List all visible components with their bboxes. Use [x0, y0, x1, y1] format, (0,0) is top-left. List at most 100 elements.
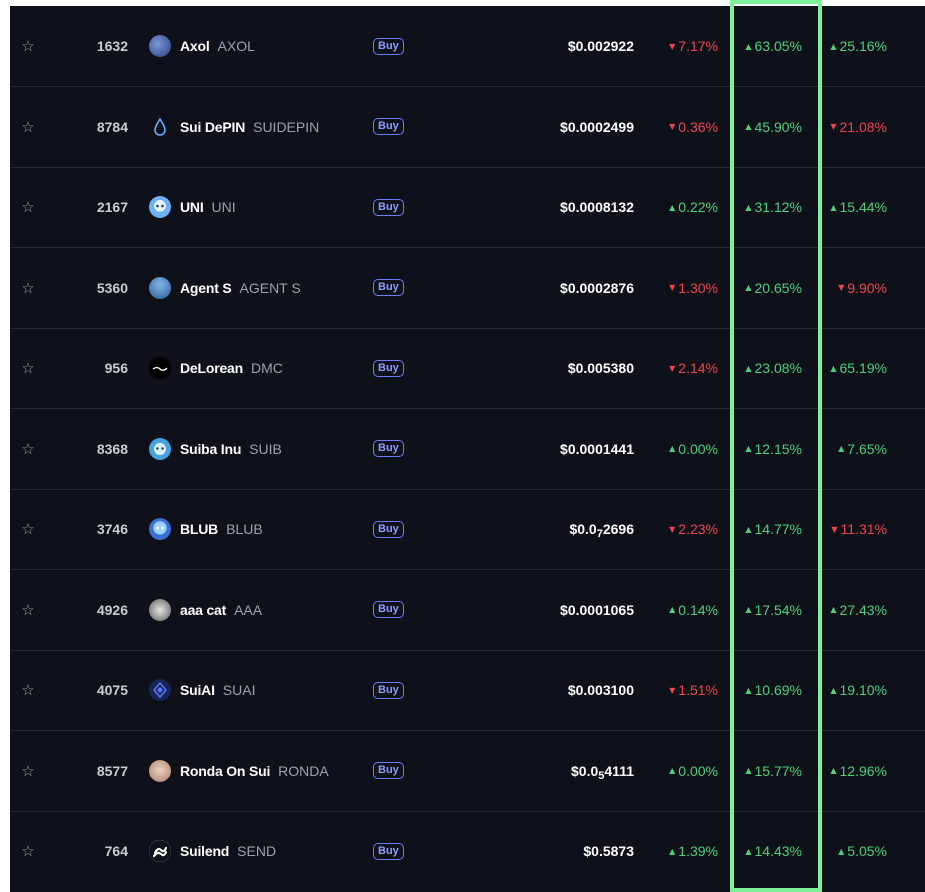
coin-name[interactable]: aaa cat	[180, 602, 226, 618]
price-value: $0.0001441	[560, 440, 634, 457]
agent-s-logo-icon	[149, 276, 171, 299]
rank: 5360	[96, 279, 128, 296]
star-icon[interactable]: ☆	[21, 762, 34, 780]
star-icon[interactable]: ☆	[21, 520, 34, 538]
change-value: 0.00%	[678, 762, 718, 779]
change-value: 10.69%	[754, 682, 802, 698]
buy-cell: Buy	[373, 6, 409, 86]
price-value: $0.5873	[583, 843, 634, 859]
coin-cell[interactable]: Suiba Inu SUIB	[149, 409, 369, 489]
change-value: 65.19%	[839, 360, 887, 376]
buy-button[interactable]: Buy	[373, 279, 404, 296]
coin-cell[interactable]: Agent S AGENT S	[149, 248, 369, 328]
star-icon[interactable]: ☆	[21, 118, 34, 136]
coin-name[interactable]: DeLorean	[180, 360, 243, 376]
table-row[interactable]: ☆ 1632 Axol AXOL Buy $0.002922 ▼ 7.17% ▲ 63.05% ▲ 2…	[10, 6, 925, 87]
table-row[interactable]: ☆ 5360 Agent S AGENT S Buy $0.0002876 ▼ 1.30% ▲ 2…	[10, 248, 925, 329]
buy-cell: Buy	[373, 811, 409, 891]
table-row[interactable]: ☆ 2167 UNI UNI Buy $0.0008132 ▲ 0.22% ▲ 31.12% ▲ 15…	[10, 167, 925, 248]
coin-name[interactable]: Ronda On Sui	[180, 763, 270, 779]
table-row[interactable]: ☆ 8784 Sui DePIN SUIDEPIN Buy $0.0002499 ▼ 0.36…	[10, 87, 925, 168]
price-value: $0.0001065	[560, 601, 634, 618]
coin-name[interactable]: Suiba Inu	[180, 441, 241, 457]
price-value: $0.005380	[567, 360, 634, 376]
table-row[interactable]: ☆ 8577 Ronda On Sui RONDA Buy $0.0 5 4111 ▲ 0.00%…	[10, 731, 925, 812]
table-row[interactable]: ☆ 4926 aaa cat AAA Buy $0.0001065 ▲ 0.14% ▲ 17.54…	[10, 570, 925, 651]
coin-name[interactable]: Suilend	[180, 843, 229, 859]
caret-up-icon: ▲	[830, 766, 837, 775]
coin-symbol: SEND	[237, 843, 277, 859]
coin-cell[interactable]: Suilend SEND	[149, 811, 369, 891]
caret-up-icon: ▲	[669, 202, 676, 212]
caret-up-icon: ▲	[669, 605, 676, 614]
coin-cell[interactable]: Sui DePIN SUIDEPIN	[149, 87, 369, 167]
star-icon[interactable]: ☆	[21, 681, 34, 699]
coin-name[interactable]: Agent S	[180, 280, 232, 296]
change-value: 1.39%	[678, 843, 718, 859]
change-1: ▲ 0.00%	[640, 731, 718, 811]
table-row[interactable]: ☆ 4075 SuiAI SUAI Buy $0.003100 ▼ 1.51% ▲ 10.69% ▲…	[10, 650, 925, 731]
buy-button[interactable]: Buy	[373, 118, 404, 135]
rank: 2167	[96, 199, 128, 215]
coin-cell[interactable]: SuiAI SUAI	[149, 650, 369, 730]
star-icon[interactable]: ☆	[21, 37, 34, 55]
table-row[interactable]: ☆ 956 DeLorean DMC Buy $0.005380 ▼ 2.14% ▲ 23.08%…	[10, 328, 925, 409]
price: $0.0001065	[510, 570, 634, 650]
coin-cell[interactable]: BLUB BLUB	[149, 489, 369, 569]
coin-name[interactable]: BLUB	[180, 521, 218, 537]
coin-symbol: AXOL	[217, 38, 255, 54]
coin-cell[interactable]: aaa cat AAA	[149, 570, 369, 650]
change-3: ▼ 21.08%	[810, 87, 887, 167]
delorean-logo-icon	[149, 357, 171, 379]
change-value: 0.36%	[678, 118, 718, 135]
coin-name[interactable]: Sui DePIN	[180, 119, 245, 135]
coin-cell[interactable]: UNI UNI	[149, 167, 369, 247]
coin-name[interactable]: SuiAI	[180, 682, 215, 698]
price-value: $0.003100	[567, 682, 634, 698]
change-3: ▼ 9.90%	[810, 248, 887, 328]
coin-cell[interactable]: Axol AXOL	[149, 6, 369, 86]
price: $0.0002499	[510, 87, 634, 167]
change-3: ▼ 11.31%	[810, 489, 887, 569]
table-row[interactable]: ☆ 8368 Suiba Inu SUIB Buy $0.0001441 ▲ 0.00% ▲ 12…	[10, 409, 925, 490]
change-value: 0.14%	[678, 601, 718, 618]
price-value: $0.0002499	[560, 118, 634, 135]
buy-button[interactable]: Buy	[373, 520, 404, 538]
caret-up-icon: ▲	[745, 363, 752, 373]
change-value: 14.77%	[754, 521, 802, 537]
suiba-inu-logo-icon	[149, 437, 171, 460]
change-2: ▲ 45.90%	[730, 87, 802, 167]
caret-up-icon: ▲	[745, 202, 752, 212]
star-icon[interactable]: ☆	[21, 279, 34, 297]
buy-button[interactable]: Buy	[373, 198, 404, 216]
buy-button[interactable]: Buy	[373, 37, 404, 55]
star-icon[interactable]: ☆	[21, 601, 34, 619]
buy-button[interactable]: Buy	[373, 440, 404, 457]
caret-up-icon: ▲	[745, 444, 752, 453]
star-cell: ☆	[19, 650, 37, 730]
change-2: ▲ 63.05%	[730, 6, 802, 86]
buy-button[interactable]: Buy	[373, 762, 404, 779]
rank: 8784	[96, 118, 128, 135]
buy-button[interactable]: Buy	[373, 842, 404, 860]
buy-button[interactable]: Buy	[373, 601, 404, 618]
coin-name[interactable]: Axol	[180, 38, 210, 54]
change-value: 14.43%	[754, 843, 802, 859]
coin-name[interactable]: UNI	[180, 199, 204, 215]
buy-button[interactable]: Buy	[373, 359, 404, 377]
change-value: 21.08%	[839, 118, 887, 135]
coin-symbol: AGENT S	[239, 279, 301, 296]
coin-symbol: DMC	[250, 360, 283, 376]
coin-cell[interactable]: DeLorean DMC	[149, 328, 369, 408]
star-icon[interactable]: ☆	[21, 198, 34, 216]
buy-button[interactable]: Buy	[373, 681, 404, 699]
coin-cell[interactable]: Ronda On Sui RONDA	[149, 731, 369, 811]
star-icon[interactable]: ☆	[21, 359, 34, 377]
star-icon[interactable]: ☆	[21, 842, 34, 860]
coin-symbol: BLUB	[226, 521, 263, 537]
table-row[interactable]: ☆ 764 Suilend SEND Buy $0.5873 ▲ 1.39% ▲ 14.43% ▲ 5…	[10, 811, 925, 891]
table-row[interactable]: ☆ 3746 BLUB BLUB Buy $0.0 7 2696 ▼ 2.23% ▲ 14.77% ▼ 1…	[10, 489, 925, 570]
buy-cell: Buy	[373, 167, 409, 247]
price: $0.0008132	[510, 167, 634, 247]
star-icon[interactable]: ☆	[21, 440, 34, 458]
